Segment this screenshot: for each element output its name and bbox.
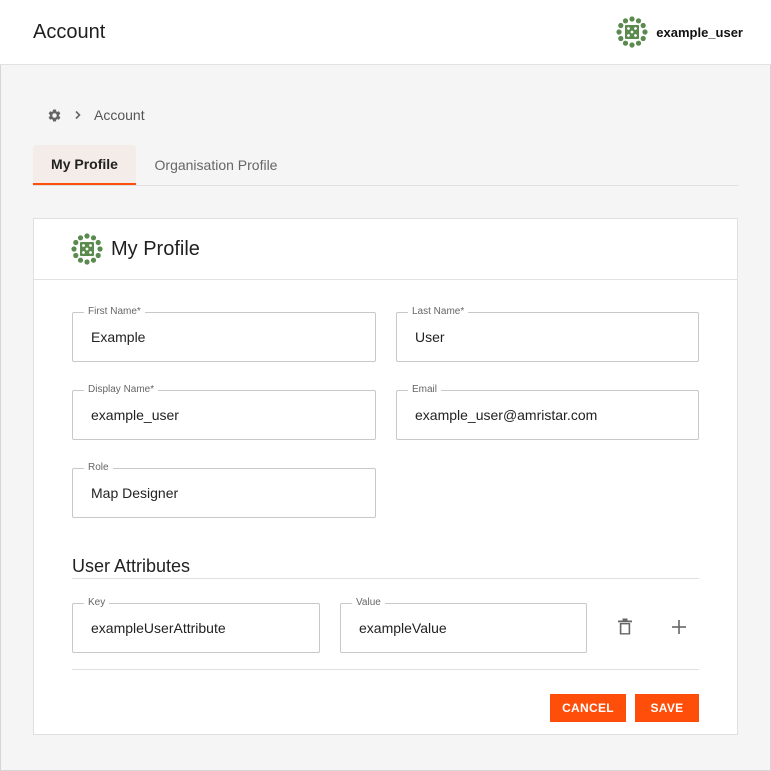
username-label: example_user (656, 24, 743, 40)
actions-divider (72, 669, 699, 670)
profile-logo-icon (71, 233, 103, 265)
plus-icon[interactable] (665, 613, 693, 641)
profile-card: My Profile First Name* Example Last Name… (33, 218, 738, 735)
attribute-value-label: Value (352, 596, 385, 610)
display-name-label: Display Name* (84, 383, 159, 397)
tab-organisation-profile[interactable]: Organisation Profile (136, 145, 296, 185)
last-name-field[interactable]: Last Name* User (396, 305, 699, 362)
section-divider (72, 578, 699, 579)
email-value: example_user@amristar.com (415, 407, 598, 423)
attribute-value-value: exampleValue (359, 620, 447, 636)
email-field[interactable]: Email example_user@amristar.com (396, 383, 699, 440)
attribute-value-field[interactable]: Value exampleValue (340, 596, 587, 653)
role-label: Role (84, 461, 113, 475)
role-field[interactable]: Role Map Designer (72, 461, 376, 518)
last-name-label: Last Name* (408, 305, 469, 319)
breadcrumb-current: Account (94, 107, 145, 123)
trash-icon[interactable] (611, 613, 639, 641)
save-button[interactable]: SAVE (635, 694, 699, 722)
last-name-value: User (415, 329, 445, 345)
email-label: Email (408, 383, 442, 397)
card-header: My Profile (34, 219, 737, 280)
user-menu[interactable]: example_user (616, 16, 743, 48)
tab-my-profile[interactable]: My Profile (33, 145, 136, 185)
attribute-key-label: Key (84, 596, 110, 610)
attribute-key-field[interactable]: Key exampleUserAttribute (72, 596, 320, 653)
top-bar: Account example_user (0, 0, 771, 65)
avatar-icon (616, 16, 648, 48)
display-name-field[interactable]: Display Name* example_user (72, 383, 376, 440)
user-attributes-title: User Attributes (72, 556, 191, 576)
attribute-key-value: exampleUserAttribute (91, 620, 226, 636)
card-title: My Profile (111, 237, 200, 260)
first-name-field[interactable]: First Name* Example (72, 305, 376, 362)
page-title: Account (33, 21, 106, 43)
cancel-button[interactable]: CANCEL (550, 694, 626, 722)
chevron-right-icon (72, 109, 84, 121)
display-name-value: example_user (91, 407, 179, 423)
first-name-label: First Name* (84, 305, 145, 319)
first-name-value: Example (91, 329, 146, 345)
role-value: Map Designer (91, 485, 179, 501)
gear-icon[interactable] (46, 107, 62, 123)
profile-tabs: My Profile Organisation Profile (33, 145, 738, 186)
breadcrumb: Account (46, 106, 145, 124)
